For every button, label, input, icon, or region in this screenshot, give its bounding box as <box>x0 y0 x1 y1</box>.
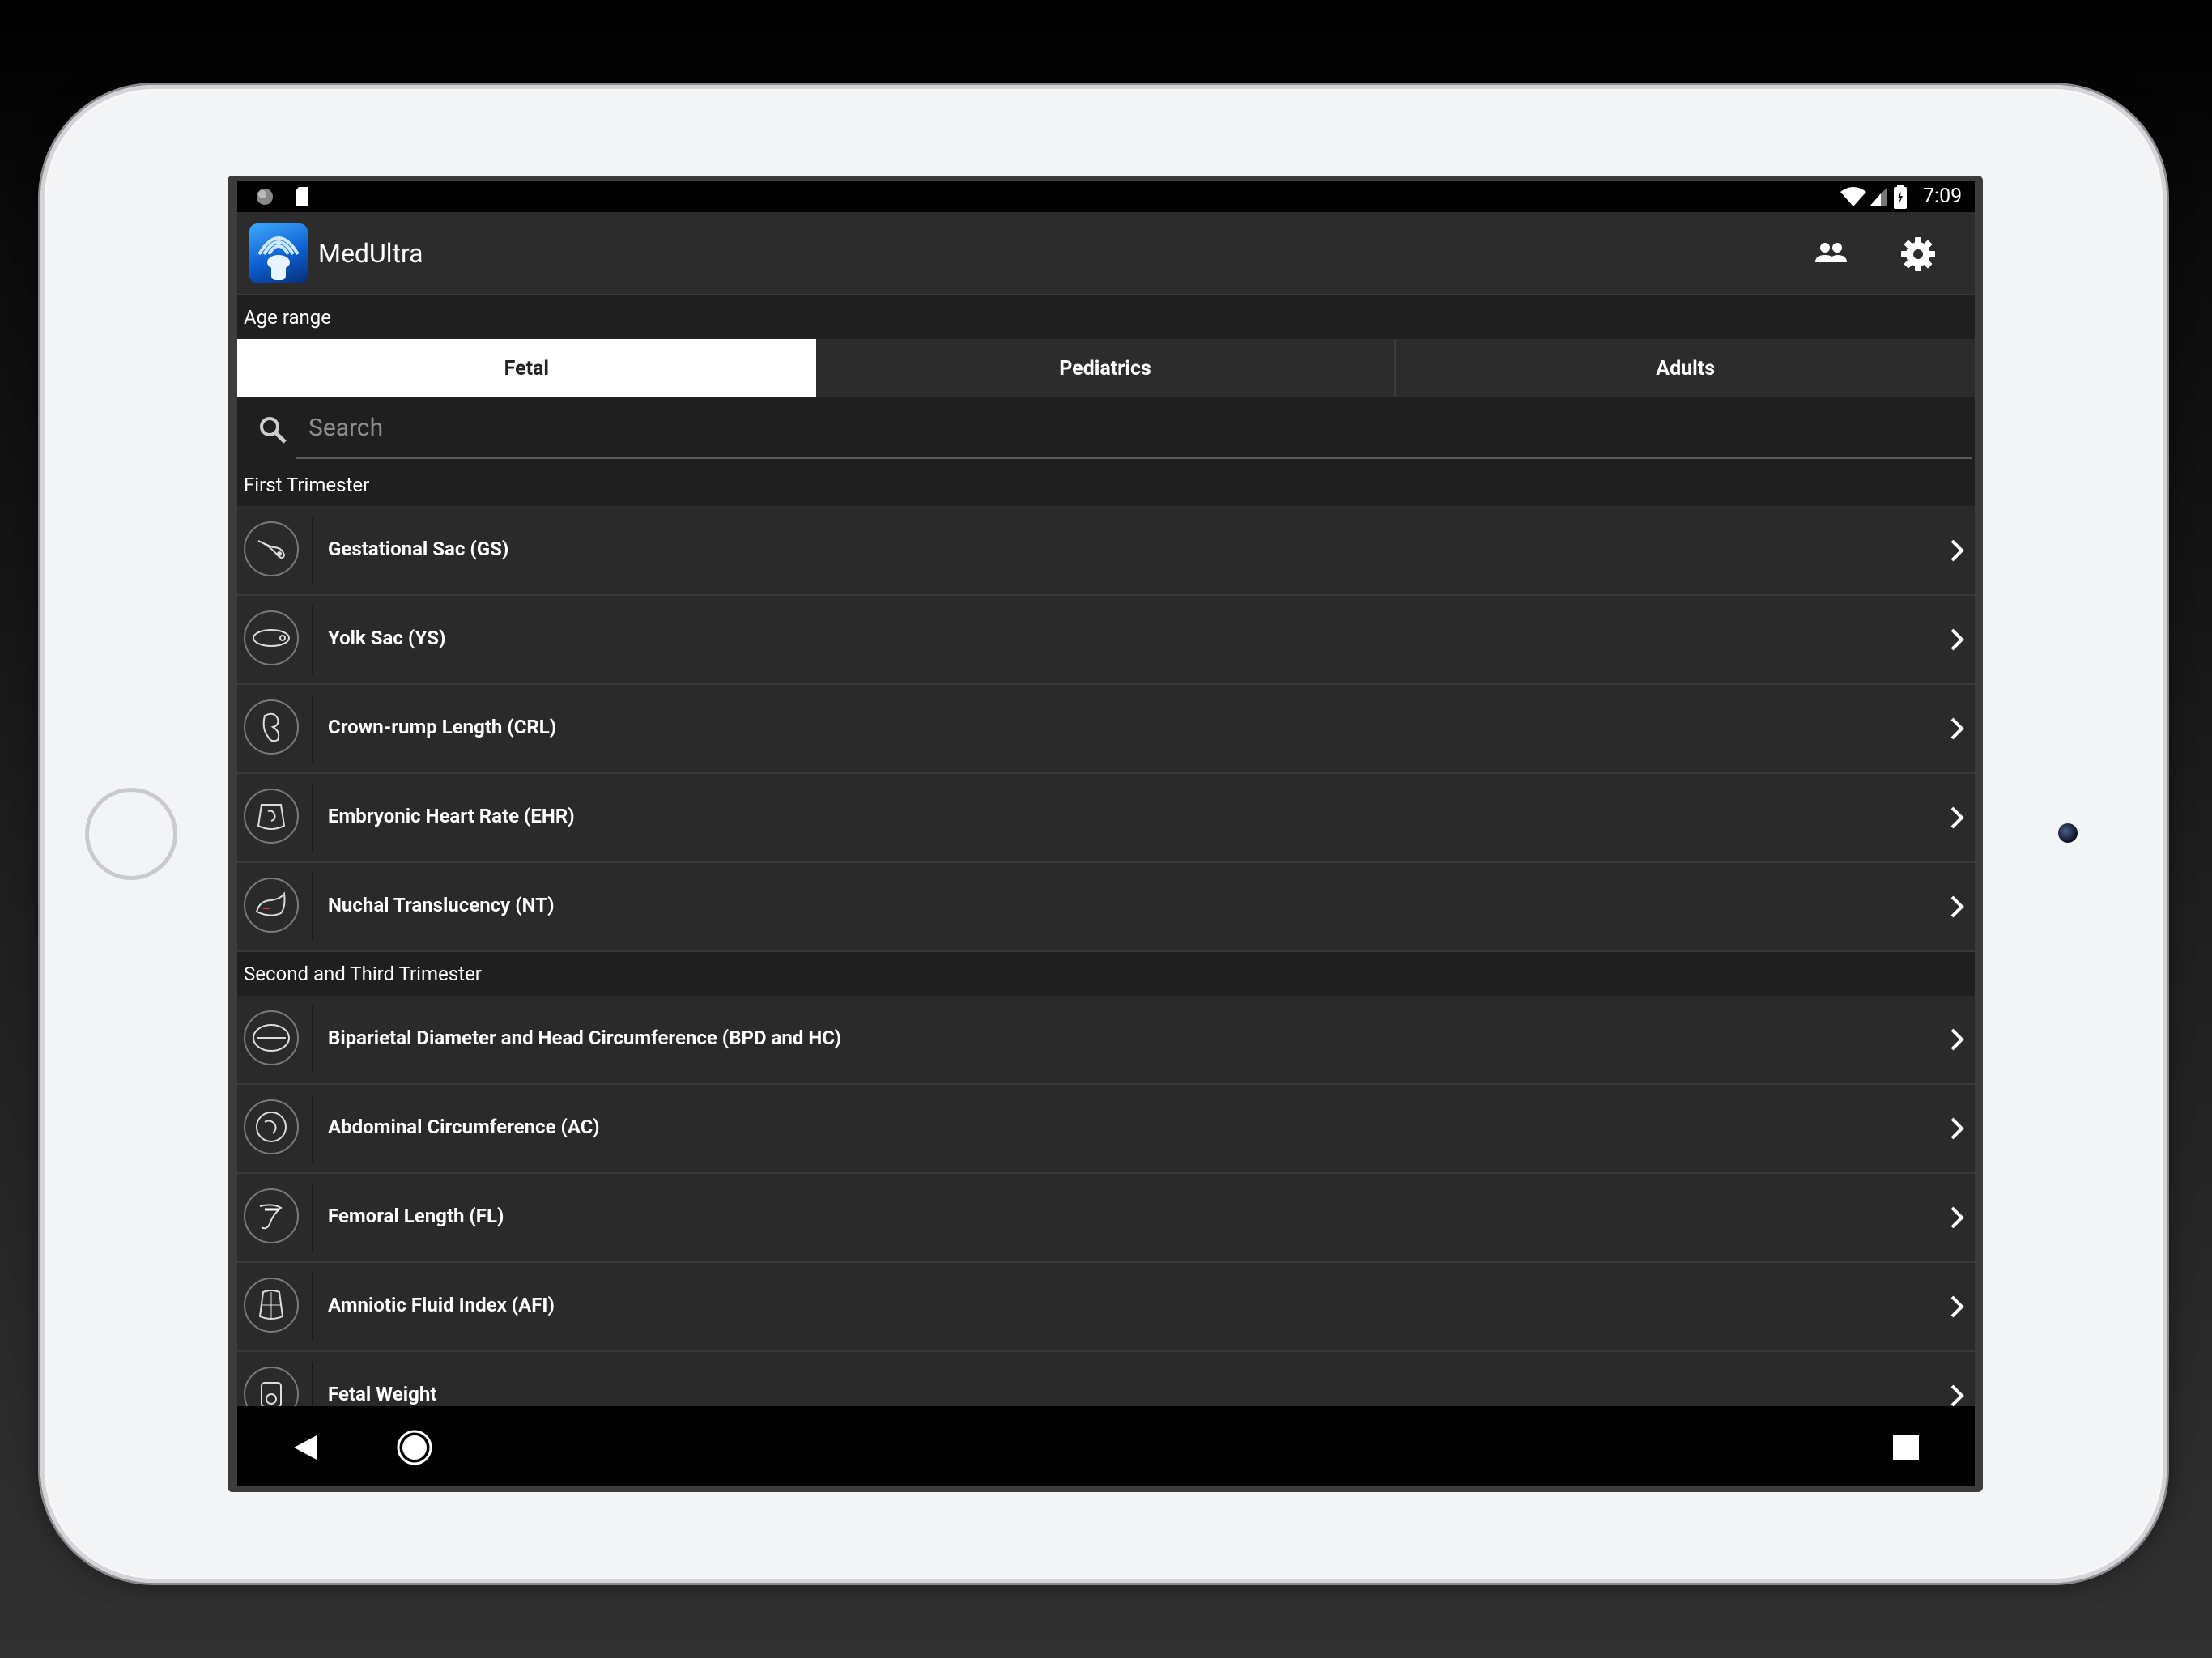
item-divider <box>312 695 313 763</box>
abdomen-icon <box>244 1099 299 1154</box>
app-screen: 7:09 MedUltra Age range Fetal Pediatrics… <box>237 181 1975 1486</box>
item-label: Yolk Sac (YS) <box>328 627 446 649</box>
section-header-second-third-trimester: Second and Third Trimester <box>237 952 1975 996</box>
chevron-right-icon <box>1950 1206 1964 1229</box>
yolk-sac-icon <box>244 610 299 665</box>
wifi-icon <box>1840 187 1866 206</box>
chevron-right-icon <box>1950 1117 1964 1140</box>
search-underline <box>296 457 1972 459</box>
chevron-right-icon <box>1950 1028 1964 1051</box>
list-item-abdominal-circumference[interactable]: Abdominal Circumference (AC) <box>237 1085 1975 1174</box>
item-divider <box>312 784 313 852</box>
app-bar: MedUltra <box>237 212 1975 295</box>
status-bar: 7:09 <box>237 181 1975 212</box>
chevron-right-icon <box>1950 806 1964 829</box>
gear-icon[interactable] <box>1895 232 1941 277</box>
item-divider <box>312 1095 313 1163</box>
chevron-right-icon <box>1950 539 1964 562</box>
list-item-amniotic-fluid-index[interactable]: Amniotic Fluid Index (AFI) <box>237 1263 1975 1352</box>
item-divider <box>312 1184 313 1252</box>
list-item-gestational-sac[interactable]: Gestational Sac (GS) <box>237 507 1975 596</box>
search-input[interactable]: Search <box>308 414 383 442</box>
chevron-right-icon <box>1950 895 1964 918</box>
tab-pediatrics-label: Pediatrics <box>1059 356 1151 380</box>
embryo-icon <box>244 699 299 755</box>
search-bar[interactable]: Search <box>237 397 1975 464</box>
battery-icon <box>1894 185 1907 209</box>
tab-fetal-label: Fetal <box>504 356 550 380</box>
sd-card-icon <box>296 187 308 206</box>
item-label: Gestational Sac (GS) <box>328 538 509 560</box>
section-title: Second and Third Trimester <box>244 963 482 985</box>
gestational-sac-icon <box>244 521 299 576</box>
item-divider <box>312 1005 313 1073</box>
list-item-femoral-length[interactable]: Femoral Length (FL) <box>237 1174 1975 1263</box>
femur-icon <box>244 1188 299 1244</box>
home-button[interactable] <box>85 788 177 880</box>
item-label: Embryonic Heart Rate (EHR) <box>328 805 575 827</box>
section-title: First Trimester <box>244 474 370 496</box>
front-camera <box>2058 823 2078 843</box>
list-item-nuchal-translucency[interactable]: Nuchal Translucency (NT) <box>237 863 1975 952</box>
chevron-right-icon <box>1950 1295 1964 1318</box>
ultrasound-embryo-icon <box>244 789 299 844</box>
item-label: Fetal Weight <box>328 1383 437 1405</box>
back-icon[interactable] <box>292 1434 318 1461</box>
signal-icon <box>1870 187 1887 206</box>
item-label: Amniotic Fluid Index (AFI) <box>328 1294 555 1316</box>
app-title: MedUltra <box>318 238 423 269</box>
people-icon[interactable] <box>1808 232 1853 277</box>
item-label: Biparietal Diameter and Head Circumferen… <box>328 1027 842 1049</box>
item-divider <box>312 606 313 674</box>
list-item-bpd-hc[interactable]: Biparietal Diameter and Head Circumferen… <box>237 996 1975 1085</box>
item-label: Femoral Length (FL) <box>328 1205 504 1227</box>
item-label: Abdominal Circumference (AC) <box>328 1116 600 1138</box>
item-divider <box>312 873 313 941</box>
item-divider <box>312 1273 313 1341</box>
recents-icon[interactable] <box>1893 1435 1919 1460</box>
item-label: Nuchal Translucency (NT) <box>328 894 555 916</box>
fetal-profile-icon <box>244 878 299 933</box>
chevron-right-icon <box>1950 628 1964 651</box>
age-range-label: Age range <box>244 306 331 329</box>
tab-adults-label: Adults <box>1656 356 1716 380</box>
navigation-bar <box>237 1406 1975 1486</box>
section-header-first-trimester: First Trimester <box>237 464 1975 506</box>
age-range-tabs: Fetal Pediatrics Adults <box>237 339 1975 397</box>
medultra-logo-icon <box>249 223 308 283</box>
tab-adults[interactable]: Adults <box>1394 339 1975 397</box>
status-time: 7:09 <box>1923 185 1963 208</box>
list-item-embryonic-heart-rate[interactable]: Embryonic Heart Rate (EHR) <box>237 774 1975 863</box>
list-item-crown-rump-length[interactable]: Crown-rump Length (CRL) <box>237 685 1975 774</box>
tab-pediatrics[interactable]: Pediatrics <box>815 339 1395 397</box>
chevron-right-icon <box>1950 717 1964 740</box>
item-divider <box>312 517 313 585</box>
age-range-header: Age range <box>237 295 1975 339</box>
notification-icon <box>257 189 273 205</box>
search-icon <box>260 417 287 444</box>
tab-fetal[interactable]: Fetal <box>237 339 816 397</box>
home-icon[interactable] <box>396 1429 433 1466</box>
item-label: Crown-rump Length (CRL) <box>328 716 557 738</box>
fetal-head-icon <box>244 1010 299 1065</box>
list-item-yolk-sac[interactable]: Yolk Sac (YS) <box>237 596 1975 685</box>
amniotic-fluid-icon <box>244 1278 299 1333</box>
